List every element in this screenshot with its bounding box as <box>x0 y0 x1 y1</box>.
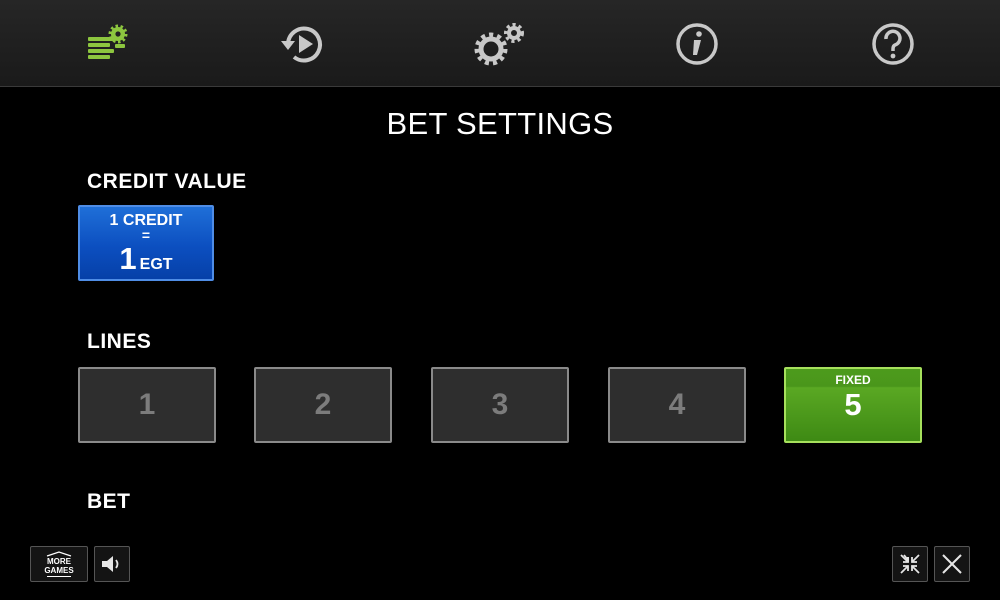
credit-number: 1 <box>119 241 137 276</box>
exit-fullscreen-button[interactable] <box>892 546 928 582</box>
replay-play-icon <box>281 26 322 63</box>
page-title: BET SETTINGS <box>386 106 614 141</box>
line-fixed-button[interactable]: FIXED 5 <box>784 367 922 443</box>
gears-icon <box>474 23 524 66</box>
close-button[interactable] <box>934 546 970 582</box>
close-icon <box>942 554 962 574</box>
more-games-line1: MORE <box>47 556 71 566</box>
fixed-value: 5 <box>844 387 862 422</box>
bet-label: BET <box>87 490 131 513</box>
tab-autoplay[interactable] <box>273 18 333 70</box>
line-option-button[interactable]: 2 <box>254 367 392 443</box>
line-option-button[interactable]: 1 <box>78 367 216 443</box>
info-icon <box>676 23 718 65</box>
credit-currency: EGT <box>139 256 173 273</box>
fixed-label: FIXED <box>835 373 871 387</box>
top-nav-bar <box>0 0 1000 87</box>
tab-bet-settings[interactable] <box>76 18 136 70</box>
tab-settings[interactable] <box>470 18 530 70</box>
lines-label: LINES <box>87 330 152 353</box>
more-games-line2: GAMES <box>44 565 74 575</box>
credit-amount: 1 EGT <box>80 241 212 280</box>
underline-decoration <box>47 575 71 577</box>
sound-button[interactable] <box>94 546 130 582</box>
speaker-icon <box>102 556 119 572</box>
coins-gear-icon <box>88 24 128 59</box>
more-games-button[interactable]: MORE GAMES <box>30 546 88 582</box>
exit-fullscreen-icon <box>900 554 920 574</box>
credit-value-label: CREDIT VALUE <box>87 170 247 193</box>
tab-info[interactable] <box>667 18 727 70</box>
tab-help[interactable] <box>863 18 923 70</box>
line-option-button[interactable]: 3 <box>431 367 569 443</box>
credit-equals: = <box>141 227 151 243</box>
line-option-button[interactable]: 4 <box>608 367 746 443</box>
help-icon <box>872 23 914 65</box>
credit-value-button[interactable]: 1 CREDIT = 1 EGT <box>78 205 214 281</box>
